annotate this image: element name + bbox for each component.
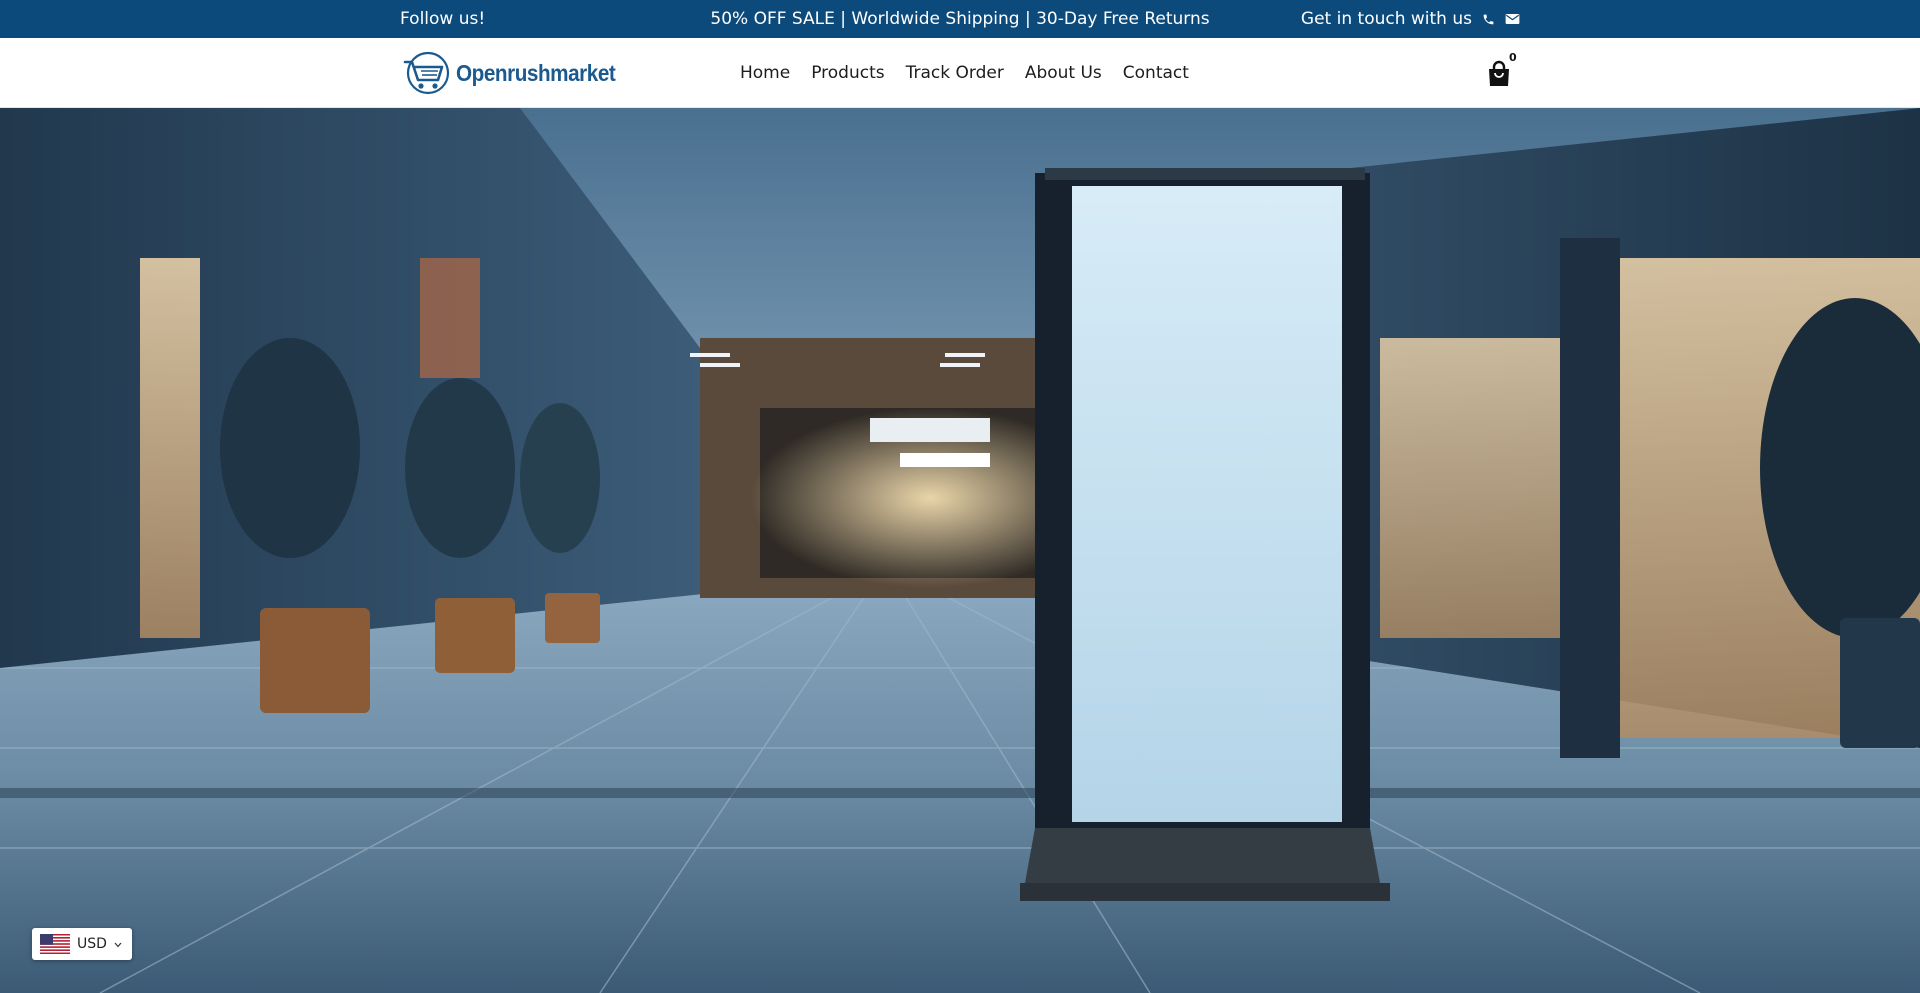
promo-text: 50% OFF SALE | Worldwide Shipping | 30-D… bbox=[710, 9, 1210, 29]
mall-scene-illustration bbox=[0, 108, 1920, 993]
nav-about-us[interactable]: About Us bbox=[1025, 63, 1102, 83]
chevron-down-icon bbox=[114, 936, 122, 952]
us-flag-icon bbox=[40, 934, 70, 954]
announcement-bar: Follow us! 50% OFF SALE | Worldwide Ship… bbox=[0, 0, 1920, 38]
currency-code: USD bbox=[77, 936, 107, 952]
nav-contact[interactable]: Contact bbox=[1123, 63, 1189, 83]
currency-selector[interactable]: USD bbox=[32, 928, 132, 960]
shopping-cart-logo-icon bbox=[403, 51, 450, 95]
contact-area: Get in touch with us bbox=[1301, 0, 1520, 38]
main-nav: Home Products Track Order About Us Conta… bbox=[740, 38, 1189, 108]
contact-text: Get in touch with us bbox=[1300, 9, 1472, 29]
nav-home[interactable]: Home bbox=[740, 63, 790, 83]
site-header: Openrushmarket Home Products Track Order… bbox=[0, 38, 1920, 108]
logo-text: Openrushmarket bbox=[456, 59, 616, 86]
nav-track-order[interactable]: Track Order bbox=[906, 63, 1004, 83]
cart-count-badge: 0 bbox=[1509, 51, 1517, 64]
site-logo[interactable]: Openrushmarket bbox=[402, 50, 633, 96]
follow-us-link[interactable]: Follow us! bbox=[400, 0, 485, 38]
phone-icon[interactable] bbox=[1480, 11, 1496, 27]
hero-banner-image bbox=[0, 108, 1920, 993]
mail-icon[interactable] bbox=[1504, 11, 1520, 27]
nav-products[interactable]: Products bbox=[811, 63, 884, 83]
cart-bag-icon[interactable] bbox=[1486, 60, 1512, 88]
